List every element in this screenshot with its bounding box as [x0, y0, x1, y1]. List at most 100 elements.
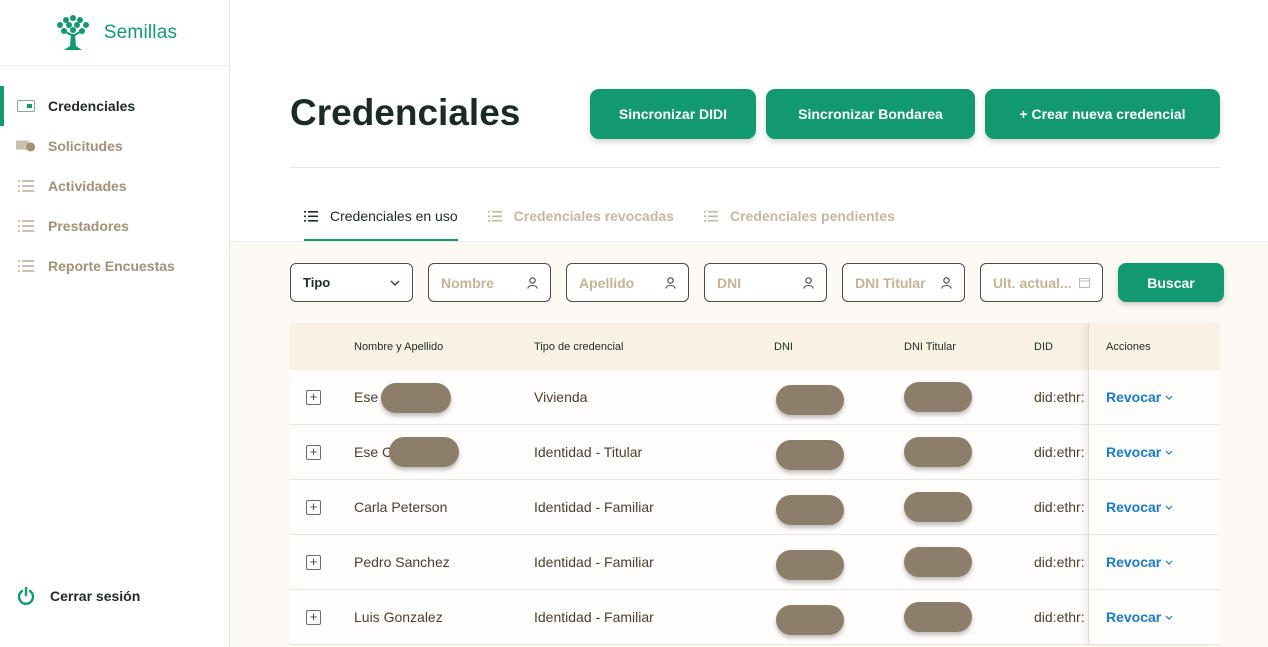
row-name: Ese	[354, 389, 379, 405]
requests-icon	[16, 139, 36, 153]
sidebar-item-reporte-encuestas[interactable]: Reporte Encuestas	[0, 246, 229, 286]
row-type: Vivienda	[534, 389, 588, 405]
last-update-placeholder: Ult. actual...	[993, 274, 1072, 291]
table-row: + Ese C Identidad - Titular did:ethr: Re…	[290, 425, 1220, 480]
nombre-placeholder: Nombre	[441, 274, 494, 291]
redacted-dni	[776, 550, 844, 580]
expand-row-icon[interactable]: +	[306, 389, 321, 405]
redacted-dni	[776, 385, 844, 415]
user-icon	[527, 276, 538, 289]
power-icon	[16, 587, 36, 605]
dni-input[interactable]: DNI	[704, 263, 827, 302]
row-did: did:ethr:	[1034, 499, 1085, 515]
redacted-dni	[776, 440, 844, 470]
table-header: Nombre y Apellido Tipo de credencial DNI…	[290, 323, 1220, 370]
last-update-date-input[interactable]: Ult. actual...	[980, 263, 1103, 302]
row-name: Luis Gonzalez	[354, 609, 443, 625]
credentials-table: Nombre y Apellido Tipo de credencial DNI…	[290, 323, 1220, 645]
sync-didi-button[interactable]: Sincronizar DIDI	[590, 89, 756, 139]
column-header: DID	[1034, 340, 1053, 353]
nombre-input[interactable]: Nombre	[428, 263, 551, 302]
type-select-value: Tipo	[303, 275, 331, 290]
sidebar-item-label: Credenciales	[48, 98, 136, 114]
tab-credenciales-pendientes[interactable]: Credenciales pendientes	[703, 198, 895, 234]
column-header: Nombre y Apellido	[354, 340, 444, 353]
expand-row-icon[interactable]: +	[306, 609, 321, 625]
apellido-input[interactable]: Apellido	[566, 263, 689, 302]
dni-titular-input[interactable]: DNI Titular	[842, 263, 965, 302]
tab-label: Credenciales pendientes	[729, 208, 895, 224]
row-type: Identidad - Familiar	[534, 609, 654, 625]
page-title: Credenciales	[290, 92, 521, 133]
sidebar-item-label: Actividades	[48, 178, 127, 194]
list-icon	[304, 210, 318, 222]
row-did: did:ethr:	[1034, 554, 1085, 570]
expand-row-icon[interactable]: +	[306, 499, 321, 515]
row-name: Ese C	[354, 444, 393, 460]
column-header: DNI Titular	[904, 340, 956, 353]
sync-bondarea-button[interactable]: Sincronizar Bondarea	[766, 89, 975, 139]
table-row: + Luis Gonzalez Identidad - Familiar did…	[290, 590, 1220, 645]
sidebar-item-actividades[interactable]: Actividades	[0, 166, 229, 206]
sidebar-item-label: Prestadores	[48, 218, 129, 234]
redacted-dni	[776, 495, 844, 525]
redacted-dni-titular	[904, 602, 972, 632]
tab-credenciales-revocadas[interactable]: Credenciales revocadas	[487, 198, 674, 234]
type-select[interactable]: Tipo	[290, 263, 413, 302]
logout-button[interactable]: Cerrar sesión	[16, 587, 141, 605]
sidebar-item-label: Reporte Encuestas	[48, 258, 175, 274]
credential-card-icon	[16, 99, 36, 113]
list-icon	[487, 210, 502, 222]
brand-name: Semillas	[103, 21, 178, 43]
list-icon	[16, 179, 36, 193]
row-did: did:ethr:	[1034, 609, 1085, 625]
content-panel: Tipo Nombre Apellido DNI DNI Titular Ult…	[230, 241, 1268, 647]
redacted-dni	[776, 605, 844, 635]
sidebar-nav: Credenciales Solicitudes Actividades Pre…	[0, 86, 229, 286]
user-icon	[803, 276, 814, 289]
user-icon	[665, 276, 676, 289]
redacted-dni-titular	[904, 382, 972, 412]
row-name: Pedro Sanchez	[354, 554, 450, 570]
dni-titular-placeholder: DNI Titular	[855, 274, 926, 291]
divider	[290, 167, 1220, 168]
sidebar-item-prestadores[interactable]: Prestadores	[0, 206, 229, 246]
row-did: did:ethr:	[1034, 389, 1085, 405]
redacted-name	[389, 437, 459, 467]
actions-column-divider	[1088, 323, 1220, 645]
row-did: did:ethr:	[1034, 444, 1085, 460]
redacted-dni-titular	[904, 437, 972, 467]
sidebar: Semillas Credenciales Solicitudes Activi…	[0, 0, 230, 647]
tab-label: Credenciales en uso	[330, 208, 458, 224]
redacted-name	[381, 383, 451, 413]
redacted-dni-titular	[904, 547, 972, 577]
dni-placeholder: DNI	[717, 274, 742, 291]
tab-label: Credenciales revocadas	[513, 208, 674, 224]
expand-row-icon[interactable]: +	[306, 444, 321, 460]
column-header: DNI	[774, 340, 793, 353]
redacted-dni-titular	[904, 492, 972, 522]
sidebar-item-label: Solicitudes	[48, 138, 123, 154]
user-icon	[941, 276, 952, 289]
list-icon	[16, 219, 36, 233]
expand-row-icon[interactable]: +	[306, 554, 321, 570]
table-row: + Carla Peterson Identidad - Familiar di…	[290, 480, 1220, 535]
tree-seeds-icon	[56, 14, 89, 50]
row-type: Identidad - Titular	[534, 444, 643, 460]
tab-credenciales-en-uso[interactable]: Credenciales en uso	[304, 198, 458, 242]
filter-bar: Tipo Nombre Apellido DNI DNI Titular Ult…	[290, 263, 1224, 302]
column-header: Tipo de credencial	[534, 340, 624, 353]
row-type: Identidad - Familiar	[534, 499, 654, 515]
list-icon	[703, 210, 718, 222]
table-row: + Pedro Sanchez Identidad - Familiar did…	[290, 535, 1220, 590]
row-name: Carla Peterson	[354, 499, 448, 515]
table-row: + Ese Vivienda did:ethr: Revocar	[290, 370, 1220, 425]
sidebar-item-credenciales[interactable]: Credenciales	[0, 86, 229, 126]
search-button[interactable]: Buscar	[1118, 263, 1224, 302]
logout-label: Cerrar sesión	[50, 588, 141, 604]
sidebar-item-solicitudes[interactable]: Solicitudes	[0, 126, 229, 166]
row-type: Identidad - Familiar	[534, 554, 654, 570]
create-credential-button[interactable]: + Crear nueva credencial	[985, 89, 1220, 139]
chevron-down-icon	[390, 280, 400, 286]
list-icon	[16, 259, 36, 273]
